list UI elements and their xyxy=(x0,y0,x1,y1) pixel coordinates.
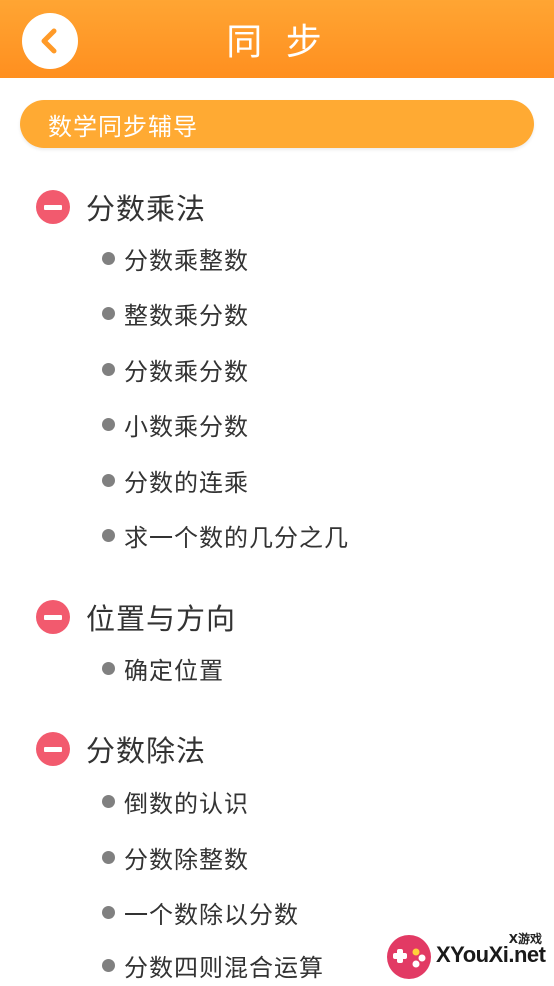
lesson-item[interactable]: 分数乘整数 xyxy=(102,241,249,275)
bullet-icon xyxy=(102,251,115,265)
lesson-label: 一个数除以分数 xyxy=(124,900,299,929)
gamepad-logo-icon xyxy=(387,935,431,979)
lesson-item[interactable]: 倒数的认识 xyxy=(102,784,249,818)
back-button[interactable] xyxy=(22,13,78,69)
collapse-minus-icon[interactable] xyxy=(36,732,70,766)
lesson-label: 分数乘整数 xyxy=(124,246,249,275)
lesson-label: 小数乘分数 xyxy=(124,412,249,441)
chapter-header[interactable]: 分数除法 xyxy=(36,731,207,768)
chapter-title: 分数除法 xyxy=(86,734,207,768)
lesson-label: 分数乘分数 xyxy=(124,357,249,386)
chapter-header[interactable]: 分数乘法 xyxy=(36,189,207,226)
chapter-title: 分数乘法 xyxy=(86,192,207,226)
site-watermark: X游戏 XYouXi.net xyxy=(384,930,554,986)
lesson-item[interactable]: 分数除整数 xyxy=(102,840,249,874)
lesson-item[interactable]: 整数乘分数 xyxy=(102,296,249,330)
lesson-label: 确定位置 xyxy=(124,656,224,685)
lesson-label: 分数除整数 xyxy=(124,845,249,874)
chapter-header[interactable]: 位置与方向 xyxy=(36,599,237,636)
collapse-minus-icon[interactable] xyxy=(36,190,70,224)
bullet-icon xyxy=(102,661,115,675)
lesson-item[interactable]: 确定位置 xyxy=(102,651,224,685)
lesson-item[interactable]: 分数的连乘 xyxy=(102,463,249,497)
bullet-icon xyxy=(102,473,115,487)
lesson-label: 整数乘分数 xyxy=(124,301,249,330)
lesson-label: 分数四则混合运算 xyxy=(124,953,324,982)
lesson-label: 倒数的认识 xyxy=(124,789,249,818)
lesson-item[interactable]: 小数乘分数 xyxy=(102,407,249,441)
bullet-icon xyxy=(102,958,115,972)
bullet-icon xyxy=(102,306,115,320)
section-banner-label: 数学同步辅导 xyxy=(48,112,198,141)
page-title: 同 步 xyxy=(226,22,328,63)
bullet-icon xyxy=(102,850,115,864)
bullet-icon xyxy=(102,794,115,808)
bullet-icon xyxy=(102,417,115,431)
lesson-item[interactable]: 分数四则混合运算 xyxy=(102,948,324,982)
lesson-label: 分数的连乘 xyxy=(124,468,249,497)
app-screen: 同 步 数学同步辅导 分数乘法 分数乘整数 整数乘分数 分数乘分数 小数乘分数 … xyxy=(0,0,554,986)
section-banner[interactable]: 数学同步辅导 xyxy=(20,100,534,148)
bullet-icon xyxy=(102,362,115,376)
top-bar: 同 步 xyxy=(0,0,554,78)
chapter-title: 位置与方向 xyxy=(86,602,237,636)
bullet-icon xyxy=(102,905,115,919)
lesson-label: 求一个数的几分之几 xyxy=(124,523,349,552)
chevron-left-icon xyxy=(41,28,57,54)
watermark-text: XYouXi.net xyxy=(436,942,546,967)
lesson-item[interactable]: 一个数除以分数 xyxy=(102,895,299,929)
lesson-item[interactable]: 分数乘分数 xyxy=(102,352,249,386)
bullet-icon xyxy=(102,528,115,542)
collapse-minus-icon[interactable] xyxy=(36,600,70,634)
lesson-item[interactable]: 求一个数的几分之几 xyxy=(102,518,349,552)
